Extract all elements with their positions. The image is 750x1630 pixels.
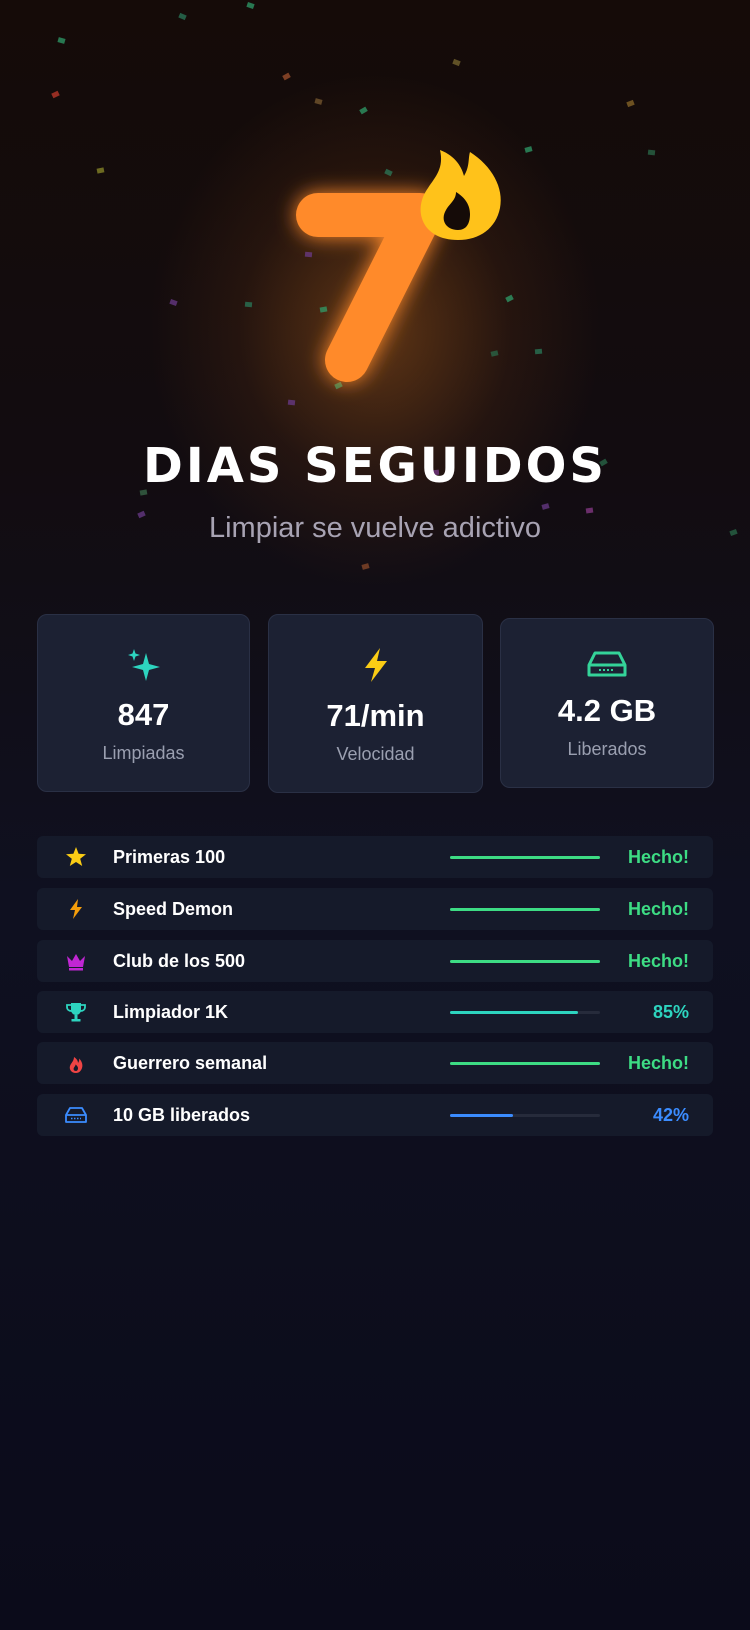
- crown-icon: [65, 950, 87, 972]
- lightning-icon: [65, 898, 87, 920]
- achievement-name: Primeras 100: [113, 847, 226, 867]
- achievement-row: Club de los 500 Hecho!: [37, 940, 713, 982]
- star-icon: [65, 846, 87, 868]
- achievement-status: 42%: [652, 1105, 689, 1125]
- stat-card-speed: 71/min Velocidad: [268, 614, 483, 793]
- achievement-status: Hecho!: [627, 847, 689, 867]
- drive-icon: [65, 1104, 87, 1126]
- achievement-progress-track: [450, 1114, 600, 1117]
- stat-label: Limpiadas: [102, 743, 185, 763]
- achievement-status: Hecho!: [627, 899, 689, 919]
- lightning-icon: [364, 648, 387, 682]
- drive-icon: [587, 651, 627, 677]
- streak-title: DIAS SEGUIDOS: [143, 438, 607, 494]
- stat-card-cleaned: 847 Limpiadas: [37, 614, 250, 792]
- achievement-row: Limpiador 1K 85%: [37, 991, 713, 1033]
- achievement-progress-track: [450, 1062, 600, 1065]
- streak-number-graphic: 7: [0, 0, 501, 382]
- flame-icon: [65, 1052, 87, 1074]
- achievement-progress-fill: [450, 1114, 513, 1117]
- stat-card-freed: 4.2 GB Liberados: [500, 618, 714, 788]
- stat-label: Liberados: [567, 739, 647, 759]
- achievement-row: Guerrero semanal Hecho!: [37, 1042, 713, 1084]
- sparkles-icon: [127, 649, 160, 681]
- achievement-row: Speed Demon Hecho!: [37, 888, 713, 930]
- stat-value: 847: [117, 697, 170, 732]
- achievement-progress-fill: [450, 1011, 578, 1014]
- achievement-status: Hecho!: [627, 951, 689, 971]
- streak-subtitle: Limpiar se vuelve adictivo: [208, 512, 542, 544]
- achievement-progress-fill: [450, 1062, 600, 1065]
- achievement-status: Hecho!: [627, 1053, 689, 1073]
- achievement-progress-track: [450, 908, 600, 911]
- achievement-name: Speed Demon: [113, 899, 234, 919]
- stat-label: Velocidad: [336, 744, 415, 764]
- stat-value: 71/min: [326, 698, 425, 733]
- achievement-progress-track: [450, 1011, 600, 1014]
- achievement-progress-fill: [450, 908, 600, 911]
- achievement-progress-track: [450, 960, 600, 963]
- achievement-progress-fill: [450, 960, 600, 963]
- achievement-name: Limpiador 1K: [113, 1002, 229, 1022]
- achievement-status: 85%: [652, 1002, 689, 1022]
- flame-icon: [420, 150, 501, 240]
- streak-number: 7: [0, 0, 1, 1]
- stat-value: 4.2 GB: [557, 693, 657, 728]
- achievement-progress-fill: [450, 856, 600, 859]
- trophy-icon: [65, 1001, 87, 1023]
- achievement-name: Guerrero semanal: [113, 1053, 268, 1073]
- achievement-name: 10 GB liberados: [113, 1105, 251, 1125]
- achievement-row: 10 GB liberados 42%: [37, 1094, 713, 1136]
- achievement-name: Club de los 500: [113, 951, 246, 971]
- achievement-row: Primeras 100 Hecho!: [37, 836, 713, 878]
- achievement-progress-track: [450, 856, 600, 859]
- streak-hero: 7 DIAS SEGUIDOS Limpiar se vuelve adicti…: [0, 0, 750, 600]
